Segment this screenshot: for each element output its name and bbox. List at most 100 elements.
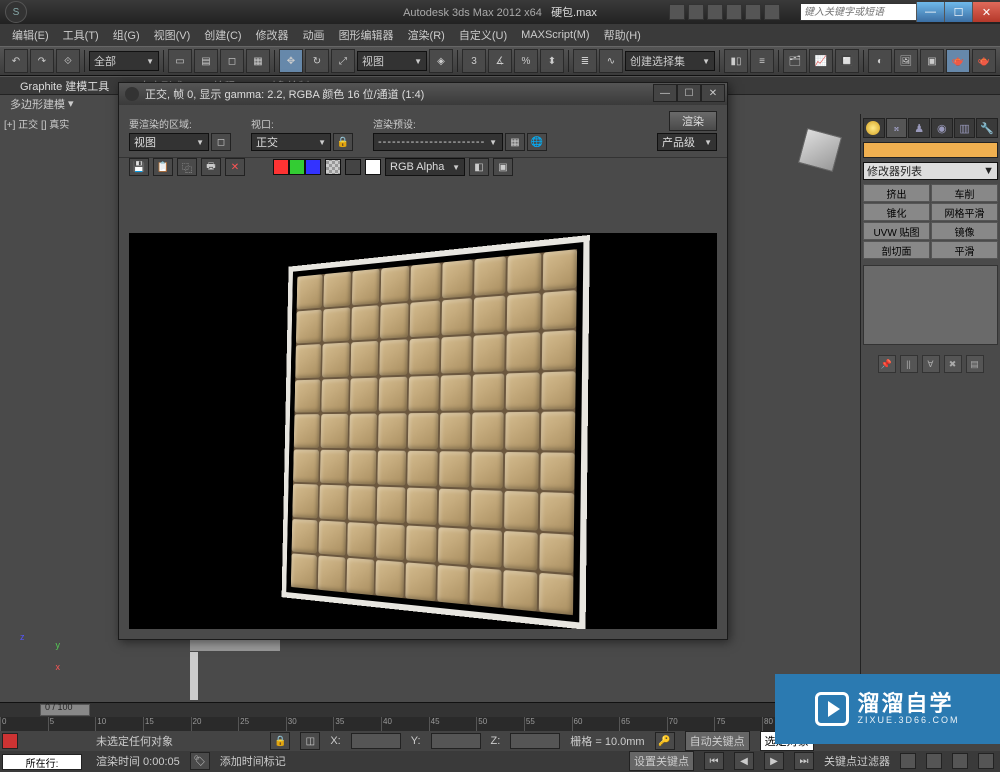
manage-layers-icon[interactable]: ≣ (573, 49, 597, 73)
modifier-stack[interactable] (863, 265, 998, 345)
undo-icon[interactable]: ↶ (4, 49, 28, 73)
help-search[interactable] (800, 3, 920, 21)
menu-item[interactable]: 编辑(E) (6, 25, 55, 45)
qa-btn[interactable] (726, 4, 742, 20)
blue-channel-icon[interactable] (305, 159, 321, 175)
render-minimize-button[interactable]: — (653, 84, 677, 102)
motion-tab-icon[interactable]: ◉ (931, 118, 953, 138)
play-next-icon[interactable]: ⏭ (794, 752, 814, 770)
search-input[interactable] (800, 3, 920, 21)
ref-coord-combo[interactable]: 视图▼ (357, 51, 427, 71)
maximize-button[interactable]: ☐ (944, 2, 972, 22)
nav-btn[interactable] (978, 753, 994, 769)
render-setup-icon[interactable]: 🖼 (894, 49, 918, 73)
object-color-swatch[interactable] (863, 142, 998, 158)
menu-item[interactable]: 修改器 (250, 25, 295, 45)
hierarchy-tab-icon[interactable]: ♟ (908, 118, 930, 138)
selection-filter-combo[interactable]: 全部▼ (89, 51, 159, 71)
render-title-bar[interactable]: 正交, 帧 0, 显示 gamma: 2.2, RGBA 颜色 16 位/通道 … (119, 83, 727, 105)
move-icon[interactable]: ✥ (279, 49, 303, 73)
schematic-icon[interactable]: 🔲 (835, 49, 859, 73)
menu-item[interactable]: 工具(T) (57, 25, 105, 45)
modifier-button[interactable]: 网格平滑 (931, 203, 998, 221)
lock-selection-icon[interactable]: 🔒 (270, 732, 290, 750)
z-spinner[interactable] (510, 733, 560, 749)
iso-icon[interactable]: ◫ (300, 732, 320, 750)
window-crossing-icon[interactable]: ▦ (246, 49, 270, 73)
modifier-button[interactable]: 锥化 (863, 203, 930, 221)
render-button[interactable]: 渲染 (669, 111, 717, 131)
listener-line[interactable]: 所在行: (2, 754, 82, 770)
menu-item[interactable]: 自定义(U) (453, 25, 513, 45)
pin-stack-icon[interactable]: 📌 (878, 355, 896, 373)
mono-channel-icon[interactable] (345, 159, 361, 175)
render-preset-combo[interactable]: -----------------------▼ (373, 133, 503, 151)
link-icon[interactable]: ⟐ (56, 49, 80, 73)
y-spinner[interactable] (431, 733, 481, 749)
named-selset-combo[interactable]: 创建选择集▼ (625, 51, 715, 71)
toggle-overlay-icon[interactable]: ◧ (469, 158, 489, 176)
menu-item[interactable]: 动画 (297, 25, 331, 45)
toggle-ui-icon[interactable]: ▣ (493, 158, 513, 176)
channel-combo[interactable]: RGB Alpha▼ (385, 158, 465, 176)
preset-world-icon[interactable]: 🌐 (527, 133, 547, 151)
menu-item[interactable]: 渲染(R) (402, 25, 451, 45)
render-maximize-button[interactable]: ☐ (677, 84, 701, 102)
curve-editor-icon[interactable]: ∿ (599, 49, 623, 73)
nav-btn[interactable] (900, 753, 916, 769)
print-icon[interactable]: 🖶 (201, 158, 221, 176)
copy-image-icon[interactable]: 📋 (153, 158, 173, 176)
close-button[interactable]: ✕ (972, 2, 1000, 22)
white-swatch-icon[interactable] (365, 159, 381, 175)
listener-icon[interactable] (2, 733, 18, 749)
setkey-button[interactable]: 设置关键点 (629, 751, 694, 771)
select-region-icon[interactable]: ◻ (220, 49, 244, 73)
scale-icon[interactable]: ⤢ (331, 49, 355, 73)
play-icon[interactable]: ▶ (764, 752, 784, 770)
utilities-tab-icon[interactable]: 🔧 (976, 118, 998, 138)
modifier-button[interactable]: 镜像 (931, 222, 998, 240)
play-start-icon[interactable]: ⏮ (704, 752, 724, 770)
spinner-snap-icon[interactable]: ⬍ (540, 49, 564, 73)
tag-icon[interactable]: 🏷 (190, 752, 210, 770)
menu-item[interactable]: 创建(C) (198, 25, 247, 45)
preset-settings-icon[interactable]: ▦ (505, 133, 525, 151)
render-frame-icon[interactable]: ▣ (920, 49, 944, 73)
qa-btn[interactable] (764, 4, 780, 20)
viewcube-cube-icon[interactable] (798, 128, 842, 172)
viewcube[interactable] (790, 120, 850, 180)
material-editor-icon[interactable]: ◐ (868, 49, 892, 73)
layer-manager-icon[interactable]: 🗂 (783, 49, 807, 73)
region-icon[interactable]: ◻ (211, 133, 231, 151)
minimize-button[interactable]: — (916, 2, 944, 22)
modifier-button[interactable]: 平滑 (931, 241, 998, 259)
key-filter[interactable]: 关键点过滤器 (824, 753, 890, 769)
add-time-tag[interactable]: 添加时间标记 (220, 753, 286, 769)
qa-btn[interactable] (688, 4, 704, 20)
track-view-icon[interactable]: 📈 (809, 49, 833, 73)
modify-tab-icon[interactable]: 𝄪 (886, 118, 908, 138)
render-canvas[interactable] (129, 233, 717, 629)
viewport-label[interactable]: [+] 正交 [] 真实 (4, 116, 69, 131)
clone-icon[interactable]: ⿻ (177, 158, 197, 176)
modifier-button[interactable]: 挤出 (863, 184, 930, 202)
show-end-icon[interactable]: || (900, 355, 918, 373)
ribbon-tab-graphite[interactable]: Graphite 建模工具 (20, 78, 109, 94)
clear-icon[interactable]: ✕ (225, 158, 245, 176)
menu-item[interactable]: 组(G) (107, 25, 146, 45)
menu-item[interactable]: 视图(V) (148, 25, 197, 45)
pivot-icon[interactable]: ◈ (429, 49, 453, 73)
remove-mod-icon[interactable]: ✖ (944, 355, 962, 373)
qa-btn[interactable] (745, 4, 761, 20)
display-tab-icon[interactable]: ▥ (954, 118, 976, 138)
app-icon[interactable]: S (5, 1, 27, 23)
qa-btn[interactable] (707, 4, 723, 20)
nav-btn[interactable] (926, 753, 942, 769)
menu-item[interactable]: 图形编辑器 (333, 25, 400, 45)
autokey-button[interactable]: 自动关键点 (685, 731, 750, 751)
save-image-icon[interactable]: 💾 (129, 158, 149, 176)
red-channel-icon[interactable] (273, 159, 289, 175)
align-icon[interactable]: ≡ (750, 49, 774, 73)
modifier-button[interactable]: 车削 (931, 184, 998, 202)
green-channel-icon[interactable] (289, 159, 305, 175)
